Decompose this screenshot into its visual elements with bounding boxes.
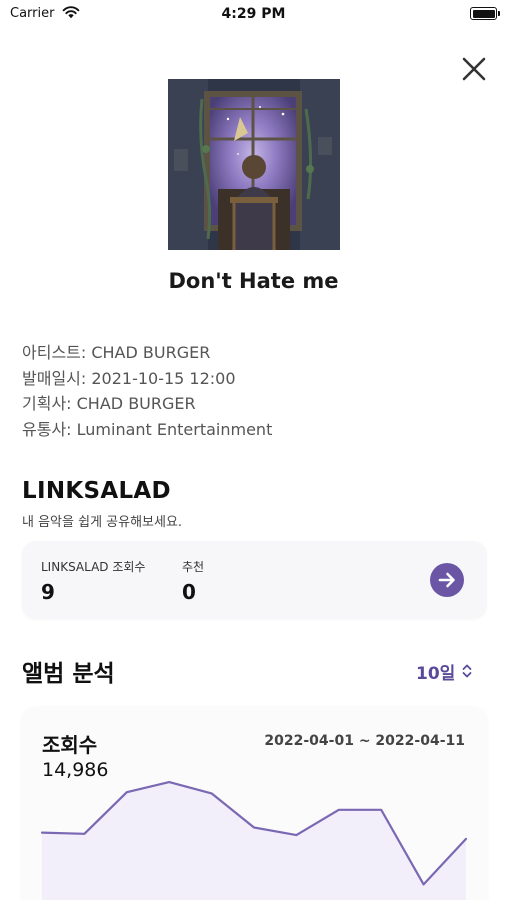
- linksalad-stats-card[interactable]: LINKSALAD 조회수 9 추천 0: [22, 541, 487, 619]
- chart-total-value: 14,986: [42, 759, 109, 781]
- chart-area: [42, 782, 466, 900]
- album-meta: 아티스트: CHAD BURGER 발매일시: 2021-10-15 12:00…: [22, 340, 272, 442]
- stat-recommend-value: 0: [182, 580, 196, 604]
- period-label: 10일: [416, 663, 456, 684]
- battery-icon: [470, 7, 500, 20]
- meta-release-date: 발매일시: 2021-10-15 12:00: [22, 368, 236, 388]
- chevron-up-down-icon: [462, 664, 472, 678]
- stat-views-label: LINKSALAD 조회수: [41, 560, 146, 574]
- linksalad-subtitle: 내 음악을 쉽게 공유해보세요.: [22, 515, 183, 530]
- clock: 4:29 PM: [221, 6, 286, 22]
- stat-views: LINKSALAD 조회수 9: [41, 558, 145, 604]
- status-bar: Carrier 4:29 PM: [0, 0, 507, 30]
- album-cover: [168, 79, 340, 250]
- views-chart-card: 조회수 2022-04-01 ~ 2022-04-11 14,986: [22, 707, 487, 900]
- meta-distributor: 유통사: Luminant Entertainment: [22, 419, 273, 439]
- chart-date-range: 2022-04-01 ~ 2022-04-11: [264, 733, 465, 749]
- chart-metric-label: 조회수: [42, 733, 98, 757]
- arrow-right-icon: [438, 572, 455, 588]
- stat-recommend: 추천 0: [182, 558, 204, 604]
- meta-artist: 아티스트: CHAD BURGER: [22, 343, 211, 362]
- period-select[interactable]: 10일: [416, 659, 473, 684]
- linksalad-title: LINKSALAD: [22, 478, 171, 504]
- close-icon[interactable]: [458, 53, 490, 85]
- meta-agency: 기획사: CHAD BURGER: [22, 394, 196, 413]
- stat-recommend-label: 추천: [182, 560, 205, 574]
- stat-views-value: 9: [41, 580, 55, 604]
- analysis-title: 앨범 분석: [22, 661, 115, 687]
- linksalad-open-button[interactable]: [430, 563, 464, 597]
- album-title: Don't Hate me: [168, 269, 339, 293]
